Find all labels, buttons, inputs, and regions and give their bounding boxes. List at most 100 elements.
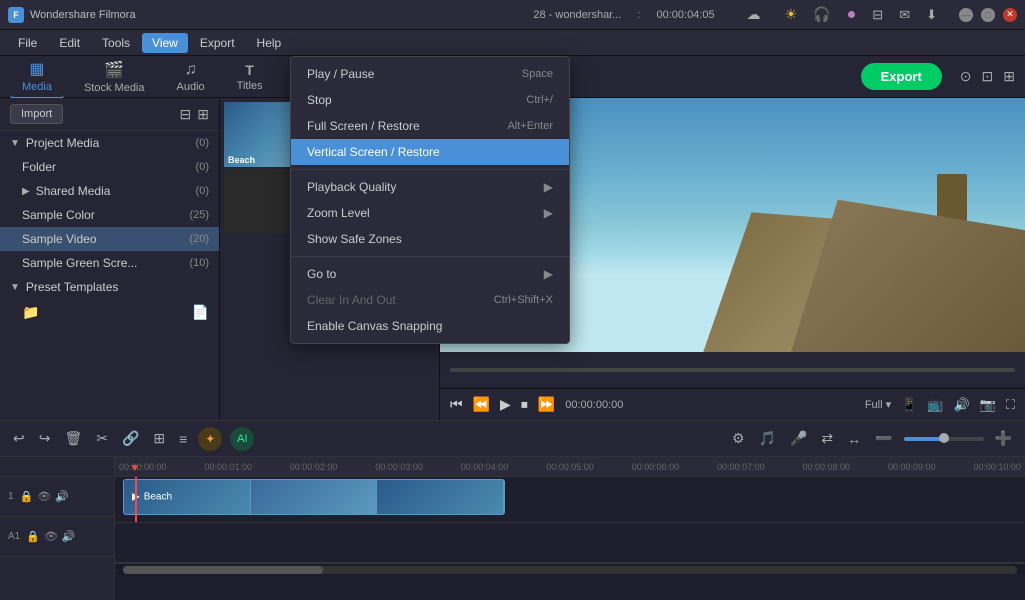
close-button[interactable]: ✕: [1003, 8, 1017, 22]
menu-view[interactable]: View: [142, 33, 188, 53]
grid-view-icon[interactable]: ⊞: [197, 106, 209, 123]
filter-icon[interactable]: ⊟: [180, 106, 192, 123]
toolbar-icon-1[interactable]: ⊙: [960, 68, 972, 85]
phone-preview-icon[interactable]: 📱: [901, 397, 917, 413]
menu-tools[interactable]: Tools: [92, 33, 140, 53]
menu-safe-zones[interactable]: Show Safe Zones: [291, 226, 569, 252]
eye-icon[interactable]: 👁: [37, 490, 51, 503]
tree-sample-video[interactable]: Sample Video (20): [0, 227, 219, 251]
minimize-button[interactable]: —: [959, 8, 973, 22]
record-btn[interactable]: 🎤: [787, 430, 810, 447]
menu-export[interactable]: Export: [190, 33, 245, 53]
more-btn[interactable]: ≡: [176, 431, 190, 447]
video-track-label: 1: [8, 491, 14, 502]
quality-dropdown[interactable]: Full ▾: [865, 398, 891, 411]
menu-vertical-screen[interactable]: Vertical Screen / Restore: [291, 139, 569, 165]
shared-media-count: (0): [196, 185, 209, 197]
mail-icon[interactable]: ✉: [895, 7, 914, 23]
new-folder-icon[interactable]: 📁: [22, 304, 39, 321]
timecode-display: 00:00:04:05: [652, 9, 718, 21]
account-icon[interactable]: ●: [843, 6, 861, 24]
canvas-snapping-label: Enable Canvas Snapping: [307, 319, 442, 333]
prev-frame-btn[interactable]: ⏮: [450, 396, 463, 413]
maximize-button[interactable]: □: [981, 8, 995, 22]
undo-btn[interactable]: ↩: [10, 430, 28, 447]
beach-clip[interactable]: ▶ Beach: [123, 479, 505, 515]
tab-audio-label: Audio: [177, 81, 205, 93]
tab-stock-media[interactable]: 🎬 Stock Media: [72, 56, 157, 98]
folder-count: (0): [196, 161, 209, 173]
tv-preview-icon[interactable]: 📺: [927, 397, 943, 413]
toolbar-icon-3[interactable]: ⊞: [1003, 68, 1015, 85]
tree-folder[interactable]: Folder (0): [0, 155, 219, 179]
audio-eye-icon[interactable]: 👁: [44, 530, 58, 543]
audio-lock-icon[interactable]: 🔒: [26, 530, 40, 543]
timeline-left: 1 🔒 👁 🔊 A1 🔒 👁 🔊: [0, 457, 115, 600]
add-item-icon[interactable]: 📄: [192, 304, 209, 321]
tree-shared-media[interactable]: ▶Shared Media (0): [0, 179, 219, 203]
playhead[interactable]: [135, 477, 137, 522]
preview-timeline[interactable]: [450, 368, 1015, 372]
extend-btn[interactable]: ↔: [844, 431, 864, 447]
music-btn[interactable]: 🎵: [756, 430, 779, 447]
redo-btn[interactable]: ↪: [36, 430, 54, 447]
download-icon[interactable]: ⬇: [922, 7, 941, 23]
link-btn[interactable]: 🔗: [119, 430, 142, 447]
menu-canvas-snapping[interactable]: Enable Canvas Snapping: [291, 313, 569, 339]
toolbar-right-icons: ⊙ ⊡ ⊞: [960, 68, 1015, 85]
volume-icon[interactable]: 🔊: [954, 397, 970, 413]
timeline-toolbar: ↩ ↪ 🗑 ✂ 🔗 ⊞ ≡ ✦ AI ⚙ 🎵 🎤 ⇄ ↔ ➖ ➕: [0, 421, 1025, 457]
import-button[interactable]: Import: [10, 104, 63, 124]
tree-preset-templates[interactable]: ▼Preset Templates: [0, 275, 219, 299]
menu-play-pause[interactable]: Play / Pause Space: [291, 61, 569, 87]
delete-btn[interactable]: 🗑: [61, 430, 85, 447]
step-back-btn[interactable]: ⏪: [473, 396, 490, 413]
playback-arrow-icon: ▶: [544, 180, 553, 194]
menu-edit[interactable]: Edit: [49, 33, 90, 53]
safe-zones-label: Show Safe Zones: [307, 232, 402, 246]
zoom-in-btn[interactable]: ➕: [992, 430, 1015, 447]
audio-track-header: A1 🔒 👁 🔊: [0, 517, 114, 557]
timeline-scrollbar[interactable]: [115, 563, 1025, 575]
audio-vol-icon[interactable]: 🔊: [62, 530, 76, 543]
tree-project-media[interactable]: ▼Project Media (0): [0, 131, 219, 155]
export-button[interactable]: Export: [861, 63, 942, 90]
cloud-icon[interactable]: ☁: [743, 6, 765, 23]
sun-icon[interactable]: ☀: [781, 6, 802, 23]
headphone-icon[interactable]: 🎧: [809, 6, 834, 23]
fullscreen-icon[interactable]: ⛶: [1006, 397, 1015, 413]
zoom-slider[interactable]: [904, 437, 984, 441]
thumb-beach-label: Beach: [228, 155, 255, 165]
zoom-out-btn[interactable]: ➖: [872, 430, 895, 447]
menu-fullscreen[interactable]: Full Screen / Restore Alt+Enter: [291, 113, 569, 139]
audio-track-icon[interactable]: 🔊: [55, 490, 69, 503]
stop-shortcut: Ctrl+/: [526, 94, 553, 106]
bookmark-icon[interactable]: ⊟: [868, 7, 887, 23]
menu-playback-quality[interactable]: Playback Quality ▶: [291, 174, 569, 200]
lock-icon[interactable]: 🔒: [20, 490, 34, 503]
menu-goto[interactable]: Go to ▶: [291, 261, 569, 287]
play-btn[interactable]: ▶: [500, 396, 511, 413]
split-btn[interactable]: ⊞: [150, 430, 168, 447]
step-forward-btn[interactable]: ⏩: [538, 396, 555, 413]
snapshot-icon[interactable]: 📷: [980, 397, 996, 413]
cut-btn[interactable]: ✂: [93, 430, 111, 447]
tree-sample-green[interactable]: Sample Green Scre... (10): [0, 251, 219, 275]
menu-file[interactable]: File: [8, 33, 47, 53]
tab-media[interactable]: ▦ Media: [10, 55, 64, 99]
tab-titles[interactable]: T Titles: [225, 58, 275, 96]
settings-btn[interactable]: ⚙: [729, 430, 748, 447]
toolbar-icon-2[interactable]: ⊡: [982, 68, 994, 85]
audio-track: [115, 523, 1025, 563]
expand-arrow: ▼: [10, 138, 20, 149]
stop-btn[interactable]: ⏹: [521, 396, 528, 413]
swap-btn[interactable]: ⇄: [818, 430, 836, 447]
menu-help[interactable]: Help: [247, 33, 292, 53]
play-pause-shortcut: Space: [522, 68, 553, 80]
magic-btn[interactable]: ✦: [198, 427, 222, 451]
menu-zoom-level[interactable]: Zoom Level ▶: [291, 200, 569, 226]
ai-btn[interactable]: AI: [230, 427, 254, 451]
tree-sample-color[interactable]: Sample Color (25): [0, 203, 219, 227]
menu-stop[interactable]: Stop Ctrl+/: [291, 87, 569, 113]
tab-audio[interactable]: ♫ Audio: [165, 57, 217, 97]
